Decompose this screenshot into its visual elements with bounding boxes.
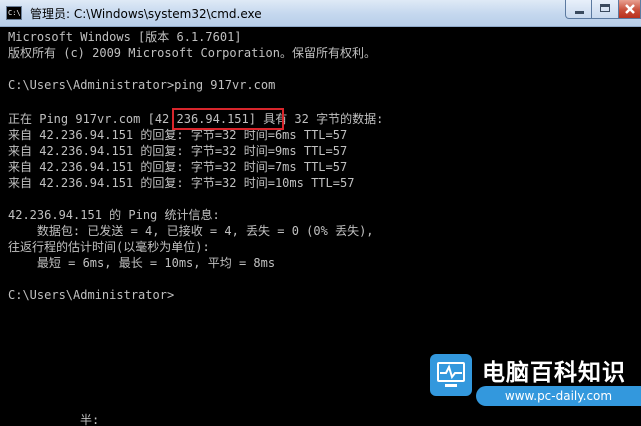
ip-highlight-box xyxy=(172,108,284,130)
watermark: 电脑百科知识 www.pc-daily.com xyxy=(430,350,641,426)
maximize-button[interactable] xyxy=(592,0,619,19)
watermark-title: 电脑百科知识 xyxy=(482,360,626,386)
close-button[interactable] xyxy=(619,0,641,19)
console-line: 往返行程的估计时间(以毫秒为单位): xyxy=(8,240,210,254)
title-bar[interactable]: C:\ 管理员: C:\Windows\system32\cmd.exe xyxy=(0,0,641,27)
console-line: 42.236.94.151 的 Ping 统计信息: xyxy=(8,208,220,222)
window-title: 管理员: C:\Windows\system32\cmd.exe xyxy=(30,7,262,21)
console-line: 最短 = 6ms, 最长 = 10ms, 平均 = 8ms xyxy=(8,256,276,270)
watermark-url: www.pc-daily.com xyxy=(476,386,641,406)
pulse-icon xyxy=(440,364,462,380)
minimize-button[interactable] xyxy=(565,0,592,19)
maximize-icon xyxy=(600,4,610,12)
console-line: 版权所有 (c) 2009 Microsoft Corporation。保留所有… xyxy=(8,46,376,60)
console-line: Microsoft Windows [版本 6.1.7601] xyxy=(8,30,242,44)
monitor-icon xyxy=(430,354,472,396)
cmd-window: C:\ 管理员: C:\Windows\system32\cmd.exe Mic… xyxy=(0,0,641,426)
console-line: 来自 42.236.94.151 的回复: 字节=32 时间=10ms TTL=… xyxy=(8,176,355,190)
minimize-icon xyxy=(575,11,584,14)
console-line: C:\Users\Administrator>ping 917vr.com xyxy=(8,78,276,92)
close-icon xyxy=(625,4,635,14)
console-prompt: C:\Users\Administrator> xyxy=(8,288,175,302)
cmd-icon[interactable]: C:\ xyxy=(6,6,22,20)
console-line: 来自 42.236.94.151 的回复: 字节=32 时间=9ms TTL=5… xyxy=(8,144,348,158)
console-line: 数据包: 已发送 = 4, 已接收 = 4, 丢失 = 0 (0% 丢失), xyxy=(8,224,374,238)
console-line: 来自 42.236.94.151 的回复: 字节=32 时间=7ms TTL=5… xyxy=(8,160,348,174)
console-output[interactable]: Microsoft Windows [版本 6.1.7601] 版权所有 (c)… xyxy=(0,27,641,426)
partial-text: 半: xyxy=(80,413,100,426)
